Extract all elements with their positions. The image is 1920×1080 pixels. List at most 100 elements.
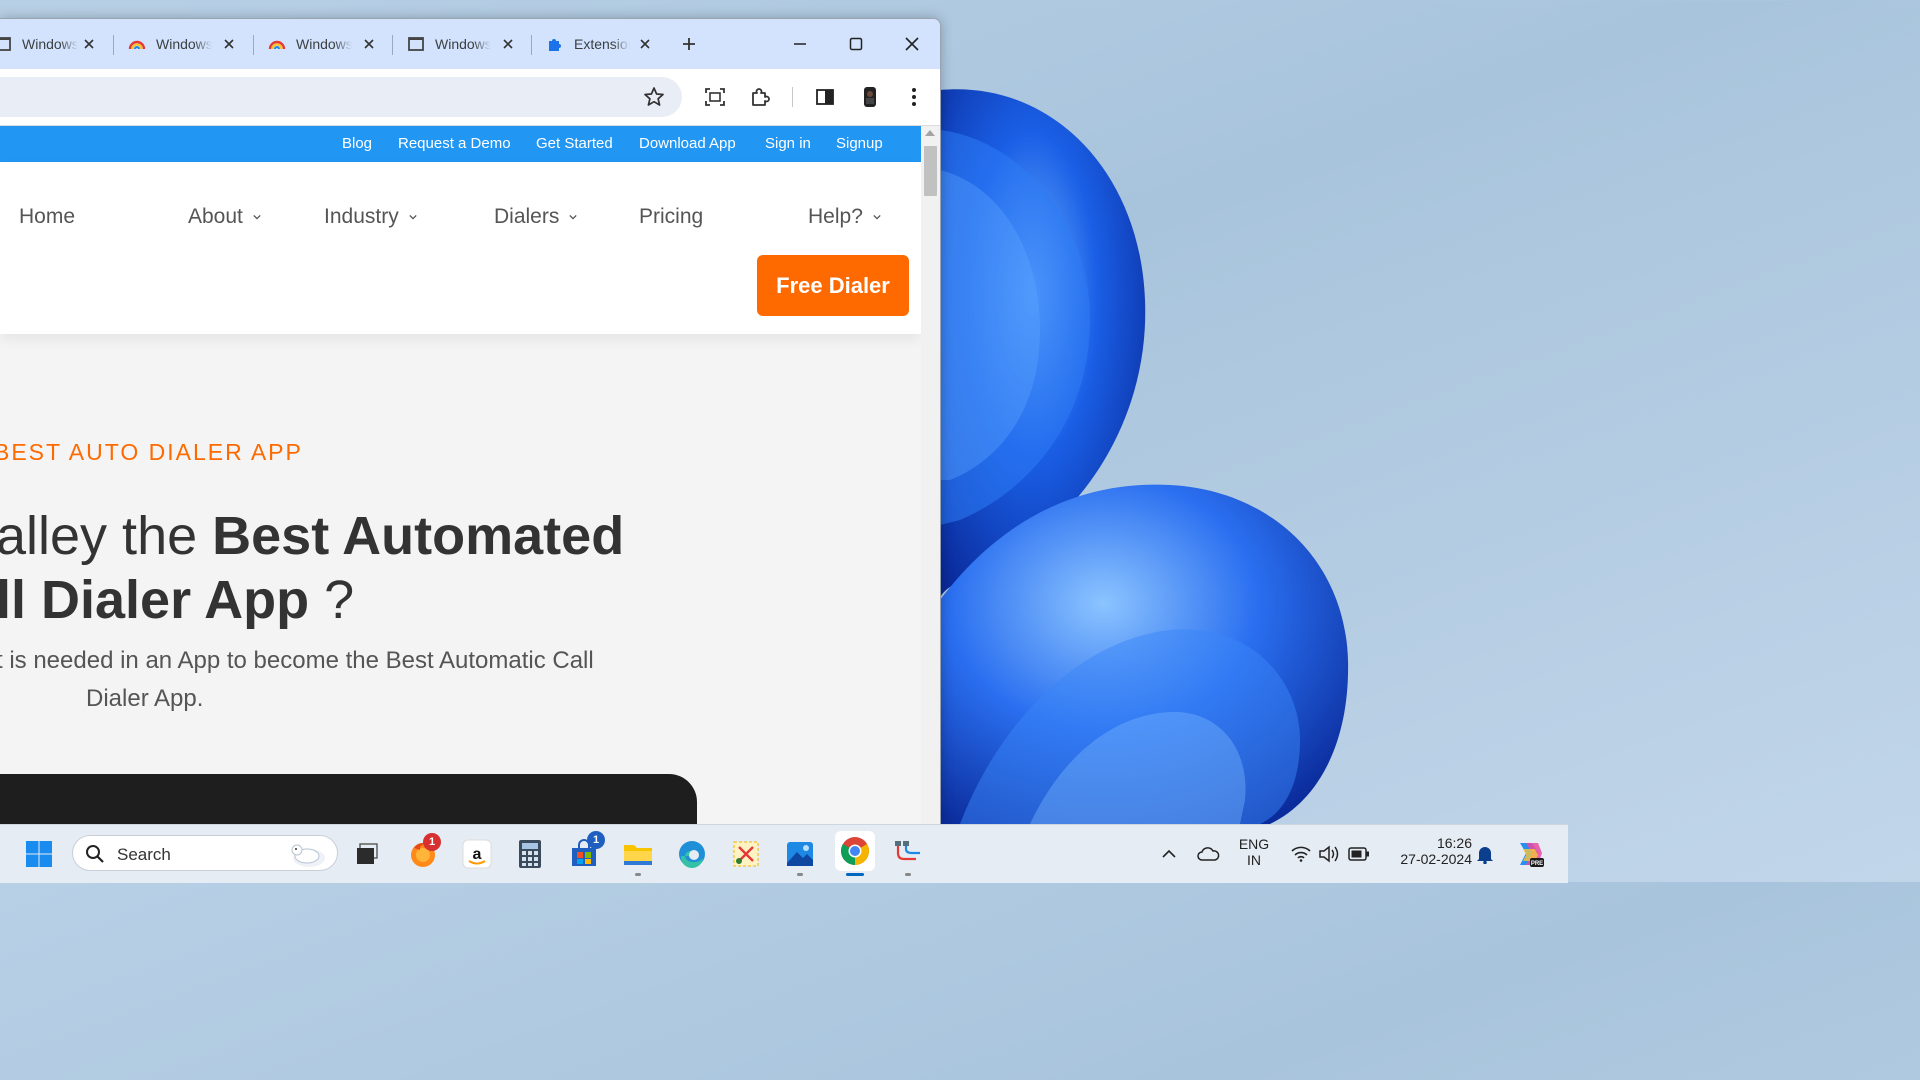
active-app-indicator (846, 873, 864, 876)
browser-toolbar (0, 69, 940, 125)
bookmark-star-icon[interactable] (640, 83, 668, 111)
taskbar-search[interactable]: Search (72, 835, 338, 871)
running-indicator (635, 873, 641, 876)
download-app-link[interactable]: Download App (639, 135, 736, 152)
hero-headline-line2: ll Dialer App ? (0, 570, 355, 630)
tab-separator (113, 35, 114, 55)
request-demo-link[interactable]: Request a Demo (398, 135, 511, 152)
language-indicator[interactable]: ENG IN (1236, 836, 1272, 868)
nav-pricing[interactable]: Pricing (639, 205, 703, 229)
svg-text:PRE: PRE (1531, 861, 1543, 867)
tab-extensions[interactable]: Extensions (546, 29, 654, 59)
tab-label: Windows (435, 36, 491, 52)
chevron-down-icon (253, 214, 261, 220)
tab-windows-2[interactable]: Windows (128, 29, 238, 59)
task-view-icon[interactable] (350, 837, 384, 871)
get-started-link[interactable]: Get Started (536, 135, 613, 152)
chevron-down-icon (569, 214, 578, 220)
close-tab-icon[interactable] (636, 35, 654, 53)
search-icon (86, 845, 104, 863)
nav-dialers[interactable]: Dialers (494, 205, 578, 229)
page-scrollbar[interactable] (921, 126, 940, 825)
minimize-button[interactable] (787, 31, 813, 57)
chevron-down-icon (873, 214, 881, 220)
file-explorer-icon[interactable] (621, 837, 655, 871)
start-button[interactable] (22, 837, 56, 871)
nav-industry[interactable]: Industry (324, 205, 417, 229)
store-notification-badge: 1 (587, 831, 605, 849)
more-menu-icon[interactable] (900, 83, 928, 111)
firefox-notification-badge: 1 (423, 833, 441, 851)
svg-text:a: a (473, 846, 482, 863)
copilot-icon[interactable]: PRE (1512, 837, 1546, 871)
hero-video-card[interactable] (0, 774, 697, 825)
hero-headline-line1: alley the Best Automated (0, 506, 625, 566)
sign-in-link[interactable]: Sign in (765, 135, 811, 152)
search-highlight-illustration-icon (291, 844, 325, 867)
close-tab-icon[interactable] (220, 35, 238, 53)
screenshot-icon[interactable] (701, 83, 729, 111)
window-frame-icon (407, 35, 425, 53)
chrome-icon[interactable] (835, 831, 875, 871)
volume-icon[interactable] (1312, 837, 1346, 871)
tab-windows-1[interactable]: Windows (0, 29, 98, 59)
running-indicator (905, 873, 911, 876)
blog-link[interactable]: Blog (342, 135, 372, 152)
microsoft-store-icon[interactable]: 1 (567, 831, 605, 871)
windows-logo-icon (26, 841, 52, 867)
cable-tool-icon[interactable] (891, 837, 925, 871)
tab-separator (253, 35, 254, 55)
nav-about[interactable]: About (188, 205, 261, 229)
signup-link[interactable]: Signup (836, 135, 883, 152)
nav-label: Home (19, 205, 76, 228)
scrollbar-thumb[interactable] (924, 146, 937, 196)
scroll-up-arrow-icon[interactable] (925, 130, 935, 136)
site-navbar: Home About Industry Dialers Pricing Help… (0, 162, 921, 334)
hero-subtitle-line2: Dialer App. (86, 685, 204, 712)
tab-label: Windows (296, 36, 352, 52)
clock-time: 16:26 (1436, 835, 1472, 851)
nav-label: Dialers (494, 205, 560, 228)
hero-subtitle-line1: t is needed in an App to become the Best… (0, 647, 594, 674)
firefox-icon[interactable]: 1 (406, 833, 441, 871)
extensions-puzzle-icon[interactable] (746, 83, 774, 111)
tab-separator (392, 35, 393, 55)
nav-help[interactable]: Help? (808, 205, 881, 229)
tab-label: Windows (156, 36, 212, 52)
free-dialer-button[interactable]: Free Dialer (757, 255, 909, 316)
close-tab-icon[interactable] (80, 35, 98, 53)
maximize-button[interactable] (843, 31, 869, 57)
clock[interactable]: 16:26 27-02-2024 (1386, 835, 1472, 867)
search-placeholder: Search (117, 845, 171, 864)
nav-label: About (188, 205, 243, 228)
tab-windows-3[interactable]: Windows (268, 29, 378, 59)
new-tab-button[interactable] (676, 31, 702, 57)
address-bar[interactable] (0, 77, 682, 117)
nav-label: Help? (808, 205, 863, 228)
snipping-tool-icon[interactable] (729, 837, 763, 871)
tab-windows-4[interactable]: Windows (407, 29, 517, 59)
onedrive-cloud-icon[interactable] (1191, 837, 1225, 871)
battery-icon[interactable] (1342, 837, 1376, 871)
close-window-button[interactable] (899, 31, 925, 57)
close-tab-icon[interactable] (360, 35, 378, 53)
rainbow-icon (128, 35, 146, 53)
close-tab-icon[interactable] (499, 35, 517, 53)
side-panel-icon[interactable] (811, 83, 839, 111)
nav-home[interactable]: Home (19, 205, 75, 229)
running-indicator (797, 873, 803, 876)
nav-label: Pricing (639, 205, 704, 228)
amazon-icon[interactable]: a (460, 837, 494, 871)
calculator-icon[interactable] (513, 837, 547, 871)
page-viewport: Blog Request a Demo Get Started Download… (0, 126, 921, 825)
show-hidden-icons-chevron-icon[interactable] (1152, 837, 1186, 871)
profile-avatar[interactable] (856, 83, 884, 111)
nav-label: Industry (324, 205, 399, 228)
edge-icon[interactable] (675, 837, 709, 871)
chevron-down-icon (409, 214, 417, 220)
taskbar: Search 1 a 1 ENG IN 16:26 27-02-2024 PRE (0, 824, 1568, 883)
clock-date: 27-02-2024 (1400, 851, 1472, 867)
tab-label: Windows (22, 36, 78, 52)
photos-icon[interactable] (783, 837, 817, 871)
notification-bell-icon[interactable] (1468, 837, 1502, 871)
